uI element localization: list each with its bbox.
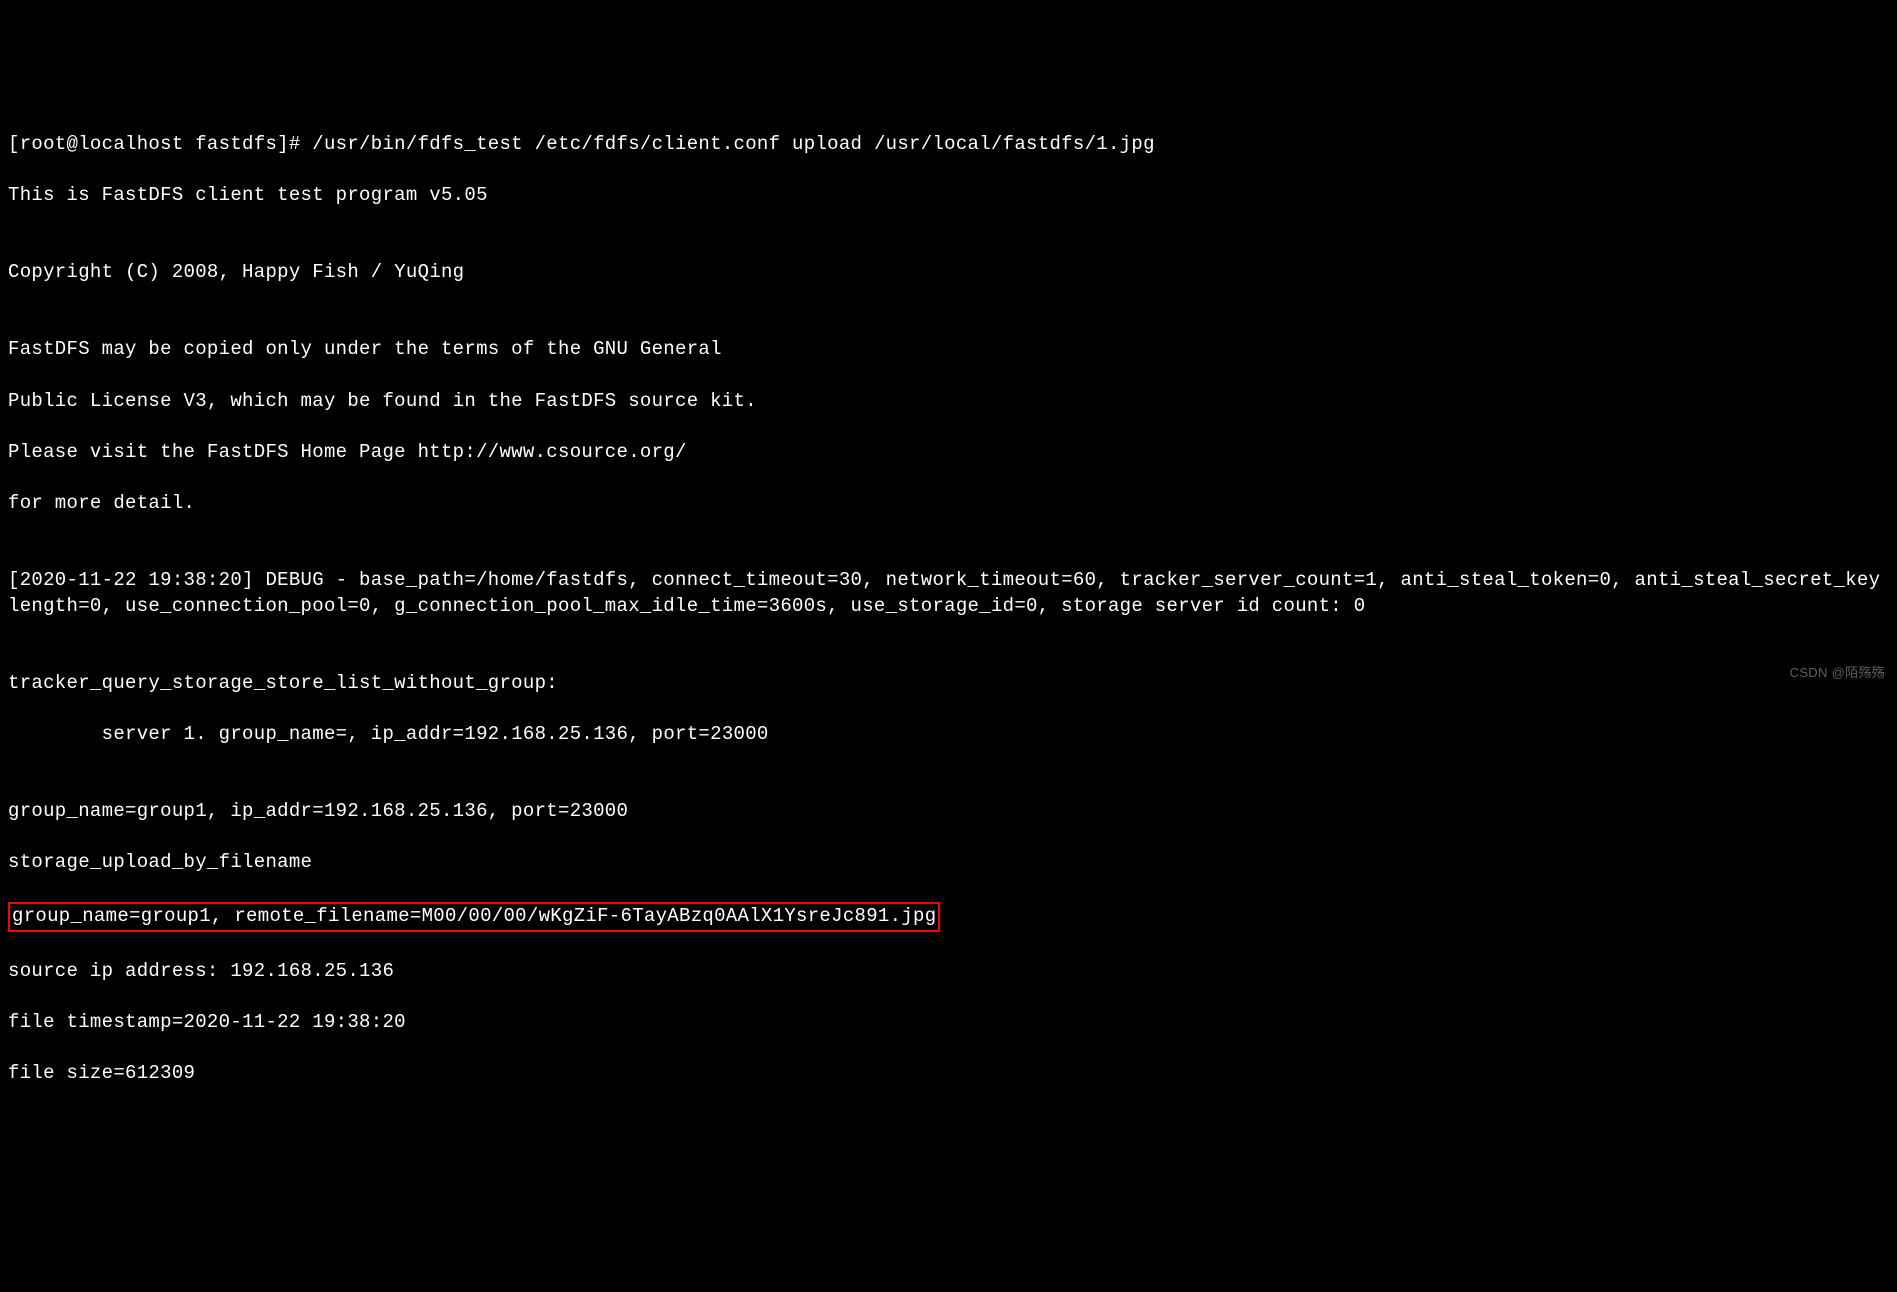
output-line: Please visit the FastDFS Home Page http:… (8, 440, 1889, 466)
output-line: Public License V3, which may be found in… (8, 389, 1889, 415)
output-line: server 1. group_name=, ip_addr=192.168.2… (8, 722, 1889, 748)
output-line: FastDFS may be copied only under the ter… (8, 337, 1889, 363)
output-line: file timestamp=2020-11-22 19:38:20 (8, 1010, 1889, 1036)
output-line: Copyright (C) 2008, Happy Fish / YuQing (8, 260, 1889, 286)
output-line: file size=612309 (8, 1061, 1889, 1087)
output-line: for more detail. (8, 491, 1889, 517)
shell-command: /usr/bin/fdfs_test /etc/fdfs/client.conf… (312, 133, 1155, 155)
output-line: [2020-11-22 19:38:20] DEBUG - base_path=… (8, 568, 1889, 619)
highlighted-output: group_name=group1, remote_filename=M00/0… (8, 902, 940, 932)
output-line: This is FastDFS client test program v5.0… (8, 183, 1889, 209)
output-line: storage_upload_by_filename (8, 850, 1889, 876)
output-line: group_name=group1, ip_addr=192.168.25.13… (8, 799, 1889, 825)
terminal-output: [root@localhost fastdfs]# /usr/bin/fdfs_… (8, 107, 1889, 1113)
shell-prompt: [root@localhost fastdfs]# (8, 133, 312, 155)
watermark: CSDN @陌殇殇 (1790, 664, 1885, 682)
output-line: tracker_query_storage_store_list_without… (8, 671, 1889, 697)
highlighted-line-wrapper: group_name=group1, remote_filename=M00/0… (8, 901, 1889, 933)
command-line: [root@localhost fastdfs]# /usr/bin/fdfs_… (8, 132, 1889, 158)
output-line: source ip address: 192.168.25.136 (8, 959, 1889, 985)
